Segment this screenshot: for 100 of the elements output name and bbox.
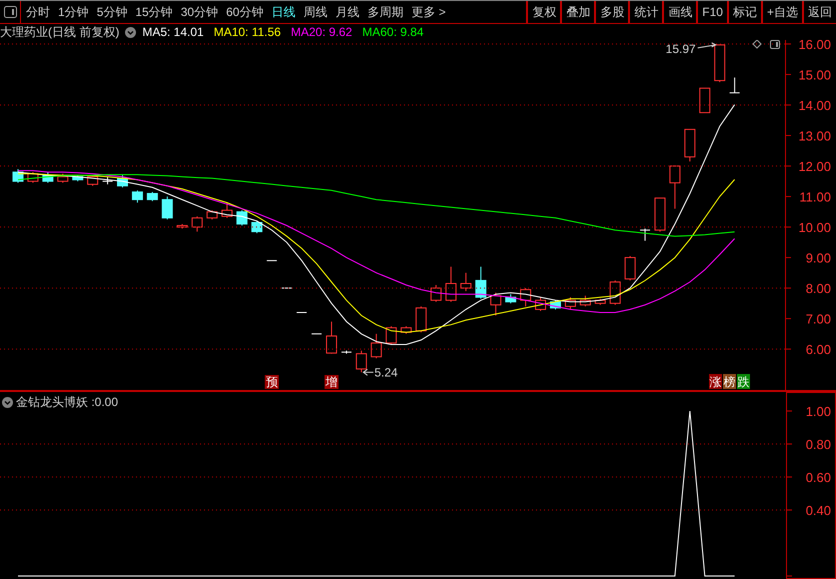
candlestick bbox=[386, 326, 397, 346]
toolbar-button[interactable]: 统计 bbox=[628, 1, 662, 23]
collapse-icon[interactable] bbox=[125, 26, 136, 38]
candlestick bbox=[640, 228, 651, 242]
toolbar-button[interactable]: 多股 bbox=[594, 1, 628, 23]
signal-badge: 跌 bbox=[737, 374, 750, 389]
candlestick bbox=[296, 312, 308, 313]
candlestick bbox=[251, 220, 262, 234]
candlestick bbox=[102, 176, 114, 185]
indicator-axis-label: 0.80 bbox=[806, 437, 831, 452]
candlestick bbox=[27, 172, 38, 184]
candlestick bbox=[311, 333, 322, 334]
period-tab[interactable]: 周线 bbox=[299, 1, 332, 23]
moving-average-value: MA20: 9.62 bbox=[290, 24, 352, 41]
candlestick bbox=[490, 292, 502, 316]
candlestick bbox=[57, 173, 68, 184]
price-axis-label: 6.00 bbox=[806, 342, 831, 358]
price-axis-label: 16.00 bbox=[798, 40, 831, 52]
period-tab[interactable]: 日线 bbox=[267, 1, 300, 23]
candlestick bbox=[714, 44, 726, 83]
candlestick bbox=[176, 224, 188, 230]
toolbar-button[interactable]: 返回 bbox=[802, 1, 836, 23]
price-axis-label: 14.00 bbox=[798, 98, 831, 113]
candlestick bbox=[564, 296, 576, 310]
period-tab[interactable]: 更多 > bbox=[407, 1, 450, 23]
candlestick bbox=[117, 174, 128, 188]
candlestick bbox=[400, 326, 412, 334]
candlestick bbox=[624, 256, 636, 281]
candlestick bbox=[206, 210, 218, 220]
candlestick bbox=[654, 198, 666, 232]
toolbar-button[interactable]: +自选 bbox=[760, 1, 802, 23]
collapse-icon[interactable] bbox=[2, 396, 13, 408]
signal-badge: 涨 bbox=[709, 374, 722, 389]
candlestick bbox=[729, 77, 740, 94]
window-icon[interactable] bbox=[4, 6, 16, 18]
toolbar-button[interactable]: 标记 bbox=[726, 1, 761, 23]
period-tab[interactable]: 60分钟 bbox=[222, 1, 268, 23]
candlestick bbox=[370, 333, 382, 359]
high-price-label: 15.97 bbox=[666, 42, 696, 56]
signal-badge: 榜 bbox=[723, 374, 736, 389]
candlestick bbox=[699, 88, 710, 114]
candlestick bbox=[281, 288, 292, 289]
candlestick bbox=[87, 174, 98, 186]
toolbar-button[interactable]: 复权 bbox=[526, 1, 560, 23]
candlestick bbox=[42, 172, 54, 184]
candlestick bbox=[610, 280, 621, 306]
price-axis-label: 10.00 bbox=[798, 220, 831, 236]
stock-title: 大理药业(日线 前复权) bbox=[0, 24, 120, 41]
candlestick bbox=[266, 260, 278, 262]
candlestick bbox=[192, 216, 203, 232]
price-axis-label: 15.00 bbox=[798, 67, 831, 82]
candlestick bbox=[550, 300, 561, 310]
period-tab[interactable]: 多周期 bbox=[363, 1, 408, 23]
period-tab[interactable]: 1分钟 bbox=[54, 1, 93, 23]
candlestick bbox=[475, 266, 486, 300]
candlestick bbox=[580, 295, 591, 307]
candlestick bbox=[684, 128, 696, 162]
indicator-axis-label: 0.60 bbox=[806, 470, 831, 485]
price-axis-label: 12.00 bbox=[798, 159, 831, 174]
candlestick bbox=[72, 174, 84, 182]
toolbar-button[interactable]: F10 bbox=[696, 1, 727, 23]
price-axis-label: 8.00 bbox=[806, 281, 831, 296]
moving-average-value: MA60: 9.84 bbox=[362, 24, 424, 41]
price-axis-label: 7.00 bbox=[806, 312, 831, 327]
diamond-icon[interactable] bbox=[752, 40, 762, 49]
candlestick bbox=[416, 306, 427, 333]
candlestick bbox=[505, 294, 516, 304]
period-tab[interactable]: 15分钟 bbox=[131, 1, 177, 23]
toolbar-button[interactable]: 叠加 bbox=[560, 1, 594, 23]
candlestick bbox=[460, 272, 472, 292]
period-tab[interactable]: 30分钟 bbox=[176, 1, 222, 23]
period-tab[interactable]: 5分钟 bbox=[92, 1, 132, 23]
candlestick bbox=[236, 210, 248, 226]
period-tab[interactable]: 月线 bbox=[331, 1, 364, 23]
price-axis-label: 11.00 bbox=[799, 190, 831, 205]
window-icon[interactable] bbox=[770, 40, 780, 49]
leader-line bbox=[697, 42, 717, 48]
candlestick bbox=[132, 190, 143, 204]
candlestick bbox=[162, 196, 173, 220]
indicator-axis-label: 1.00 bbox=[806, 404, 831, 419]
leader-line bbox=[362, 368, 374, 376]
candlestick bbox=[535, 296, 546, 312]
indicator-axis-label: 0.40 bbox=[806, 503, 831, 518]
moving-average-value: MA10: 11.56 bbox=[214, 24, 281, 41]
candlestick bbox=[445, 266, 456, 302]
candlestick bbox=[146, 191, 158, 202]
candlestick bbox=[594, 298, 606, 306]
candlestick bbox=[356, 350, 367, 373]
toolbar-button[interactable]: 画线 bbox=[662, 1, 696, 23]
signal-marker: 增 bbox=[324, 375, 339, 389]
signal-marker: 预 bbox=[264, 375, 279, 389]
candlestick bbox=[520, 288, 532, 307]
price-axis-label: 13.00 bbox=[798, 128, 831, 144]
candlestick bbox=[340, 350, 352, 354]
candlestick bbox=[430, 284, 442, 302]
indicator-title: 金钻龙头博妖 :0.00 bbox=[16, 394, 118, 411]
period-tab[interactable]: 分时 bbox=[22, 1, 54, 23]
candlestick bbox=[222, 202, 233, 218]
candlestick bbox=[669, 166, 680, 210]
candlestick bbox=[12, 168, 24, 184]
